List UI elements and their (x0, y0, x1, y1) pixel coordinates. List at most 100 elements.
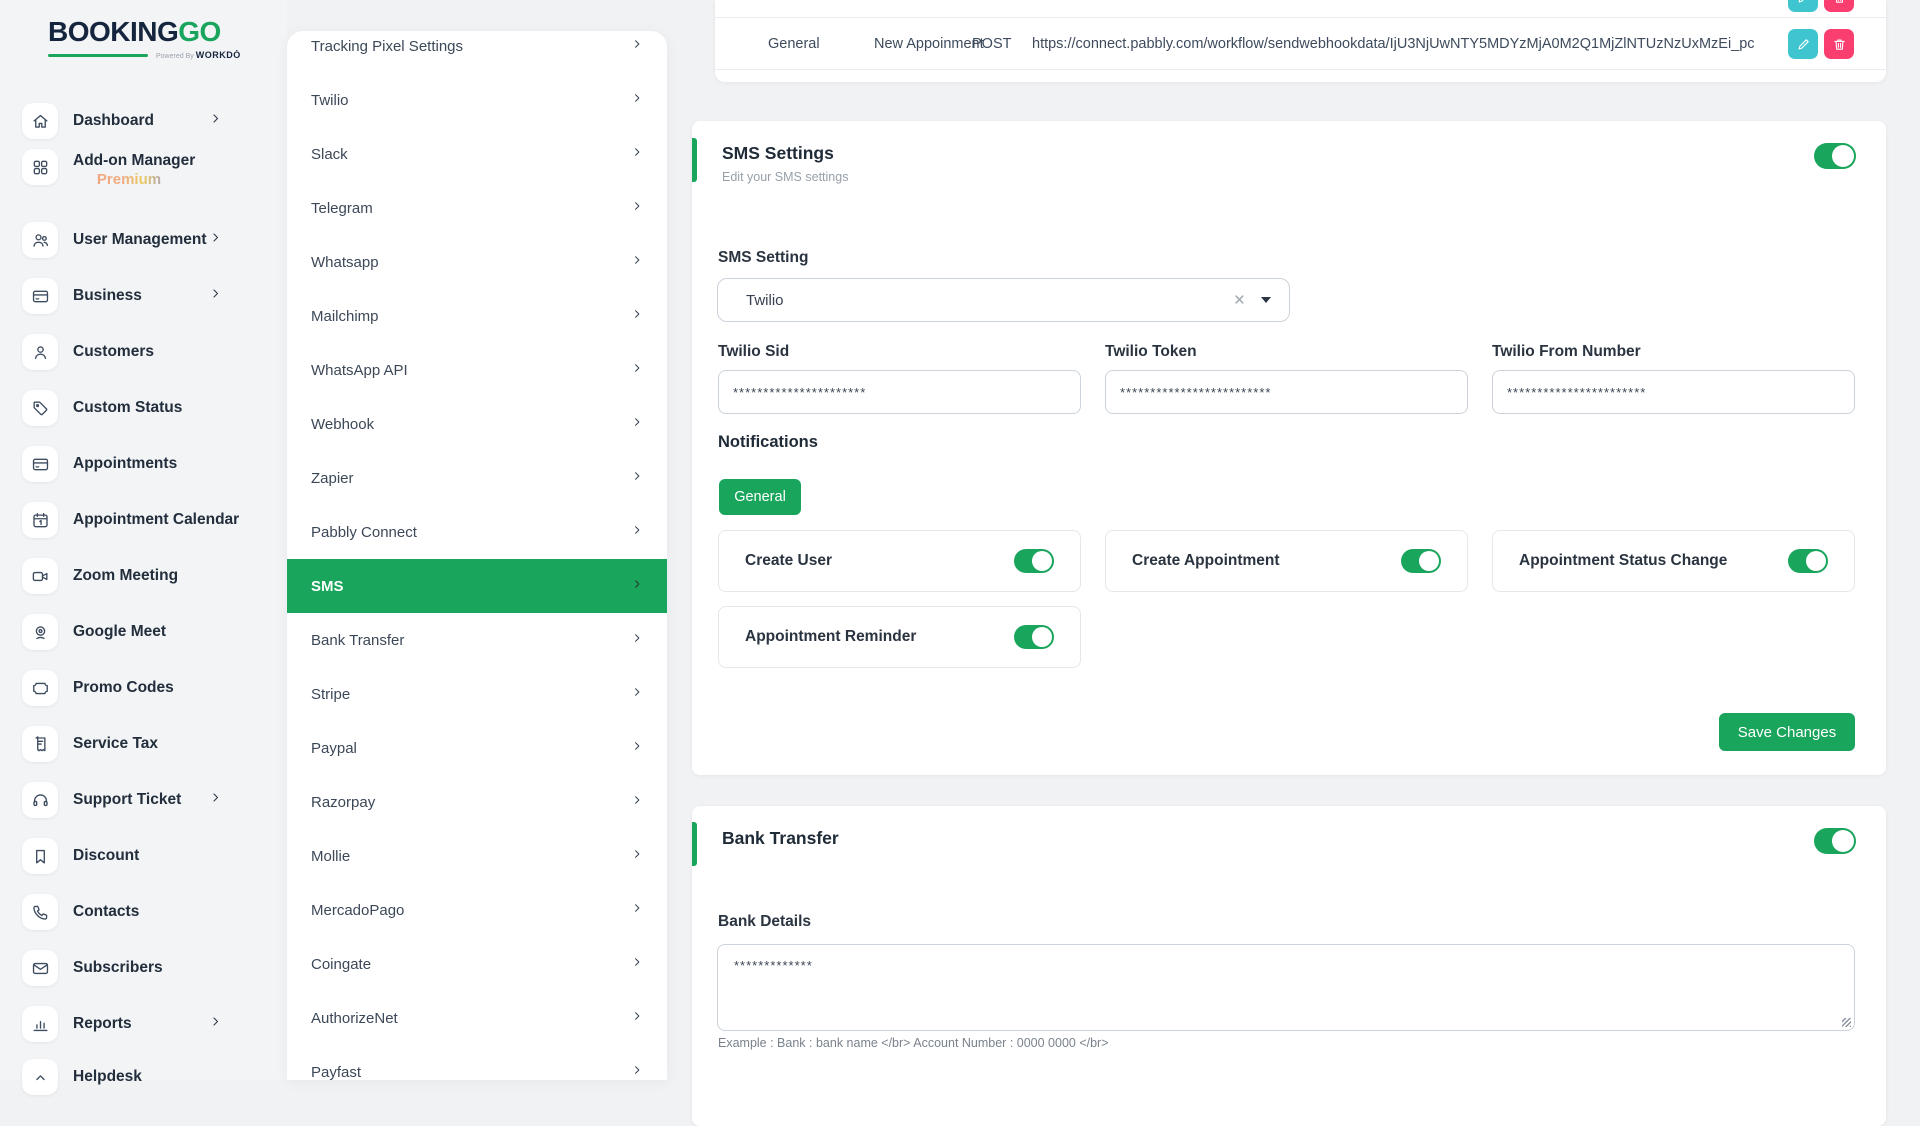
settings-nav-item-coingate[interactable]: Coingate (287, 937, 667, 991)
calendar-icon (22, 502, 58, 538)
settings-nav-label: Whatsapp (311, 254, 631, 271)
page: BOOKINGGO Powered By WORKDȮ DashboardAd… (0, 0, 1920, 1080)
sidebar-item-user-management[interactable]: User Management (0, 212, 232, 268)
sms-settings-card: SMS Settings Edit your SMS settings SMS … (692, 121, 1886, 775)
twilio-sid-input[interactable] (718, 370, 1081, 414)
sidebar-item-support-ticket[interactable]: Support Ticket (0, 772, 232, 828)
sidebar-item-label: Custom Status (73, 399, 182, 417)
bank-details-textarea[interactable] (717, 944, 1855, 1031)
settings-nav-item-bank-transfer[interactable]: Bank Transfer (287, 613, 667, 667)
settings-nav-item-pabbly-connect[interactable]: Pabbly Connect (287, 505, 667, 559)
settings-nav-item-mollie[interactable]: Mollie (287, 829, 667, 883)
sidebar-item-add-on-manager[interactable]: Add-on ManagerPremium (0, 139, 232, 195)
sms-setting-select[interactable]: Twilio × (717, 278, 1290, 322)
bank-transfer-toggle[interactable] (1814, 828, 1856, 854)
video-icon (22, 558, 58, 594)
appointment-status-change-toggle[interactable] (1788, 549, 1828, 573)
settings-nav-label: Slack (311, 146, 631, 163)
settings-nav-item-paypal[interactable]: Paypal (287, 721, 667, 775)
settings-nav-item-telegram[interactable]: Telegram (287, 181, 667, 235)
sidebar-item-label: Business (73, 287, 142, 305)
sidebar-item-label: Support Ticket (73, 791, 181, 809)
sms-settings-subtitle: Edit your SMS settings (722, 170, 848, 184)
sidebar-item-label: Subscribers (73, 959, 163, 977)
twilio-from-number-input[interactable] (1492, 370, 1855, 414)
settings-nav-item-twilio[interactable]: Twilio (287, 73, 667, 127)
sidebar-item-service-tax[interactable]: Service Tax (0, 716, 232, 772)
sidebar-item-label: Reports (73, 1015, 132, 1033)
sidebar-item-business[interactable]: Business (0, 268, 232, 324)
settings-nav-item-slack[interactable]: Slack (287, 127, 667, 181)
sidebar-item-label: Discount (73, 847, 139, 865)
clear-icon[interactable]: × (1234, 291, 1245, 310)
settings-nav-label: Bank Transfer (311, 632, 631, 649)
settings-nav-item-stripe[interactable]: Stripe (287, 667, 667, 721)
sidebar-item-google-meet[interactable]: Google Meet (0, 604, 232, 660)
mail-icon (22, 950, 58, 986)
chart-icon (22, 1006, 58, 1042)
sidebar-item-promo-codes[interactable]: Promo Codes (0, 660, 232, 716)
settings-nav-item-whatsapp[interactable]: Whatsapp (287, 235, 667, 289)
settings-nav-item-webhook[interactable]: Webhook (287, 397, 667, 451)
sidebar-item-label: Promo Codes (73, 679, 174, 697)
settings-nav-label: Coingate (311, 956, 631, 973)
settings-nav-item-whatsapp-api[interactable]: WhatsApp API (287, 343, 667, 397)
sidebar-item-customers[interactable]: Customers (0, 324, 232, 380)
sidebar-item-reports[interactable]: Reports (0, 996, 232, 1052)
user-icon (22, 334, 58, 370)
create-user-toggle[interactable] (1014, 549, 1054, 573)
twilio-token-input[interactable] (1105, 370, 1468, 414)
sidebar-item-custom-status[interactable]: Custom Status (0, 380, 232, 436)
cell-action: New Appoinment (874, 36, 984, 52)
settings-nav-item-sms[interactable]: SMS (287, 559, 667, 613)
delete-button[interactable] (1824, 29, 1854, 59)
chevron-right-icon (631, 37, 643, 55)
edit-button[interactable] (1788, 0, 1818, 12)
settings-nav-item-tracking-pixel-settings[interactable]: Tracking Pixel Settings (287, 31, 667, 73)
settings-nav-item-zapier[interactable]: Zapier (287, 451, 667, 505)
edit-button[interactable] (1788, 29, 1818, 59)
sidebar-item-subscribers[interactable]: Subscribers (0, 940, 232, 996)
create-appointment-toggle[interactable] (1401, 549, 1441, 573)
chevron-right-icon (631, 577, 643, 595)
general-tab[interactable]: General (719, 479, 801, 515)
appointment-reminder-toggle[interactable] (1014, 625, 1054, 649)
card-icon (22, 446, 58, 482)
sms-settings-title: SMS Settings (722, 143, 834, 164)
toggle-label: Appointment Status Change (1519, 552, 1727, 570)
chevron-right-icon (631, 847, 643, 865)
sidebar-item-helpdesk[interactable]: Helpdesk (0, 1049, 232, 1105)
receipt-icon (22, 726, 58, 762)
sidebar-item-label: Appointment Calendar (73, 511, 239, 529)
chevron-right-icon (631, 955, 643, 973)
sidebar-item-appointments[interactable]: Appointments (0, 436, 232, 492)
chevron-right-icon (631, 631, 643, 649)
app-logo[interactable]: BOOKINGGO Powered By WORKDȮ (48, 18, 248, 60)
chevron-right-icon (631, 415, 643, 433)
sidebar-item-appointment-calendar[interactable]: Appointment Calendar (0, 492, 232, 548)
settings-nav-label: Zapier (311, 470, 631, 487)
settings-nav-item-authorizenet[interactable]: AuthorizeNet (287, 991, 667, 1045)
chevron-up-icon (22, 1059, 58, 1095)
webcam-icon (22, 614, 58, 650)
chevron-right-icon (631, 199, 643, 217)
sidebar-item-label: Appointments (73, 455, 177, 473)
sidebar-item-contacts[interactable]: Contacts (0, 884, 232, 940)
toggle-card-appointment-status-change: Appointment Status Change (1492, 530, 1855, 592)
sidebar-item-discount[interactable]: Discount (0, 828, 232, 884)
brand-primary: BOOKING (48, 16, 178, 47)
settings-nav-item-mailchimp[interactable]: Mailchimp (287, 289, 667, 343)
settings-nav-item-payfast[interactable]: Payfast (287, 1045, 667, 1080)
table-row: General New Appoinment POST https://conn… (715, 17, 1886, 70)
chevron-right-icon (631, 739, 643, 757)
brand-underline (48, 54, 148, 57)
toggle-card-appointment-reminder: Appointment Reminder (718, 606, 1081, 668)
credit-card-icon (22, 278, 58, 314)
save-changes-button[interactable]: Save Changes (1719, 713, 1855, 751)
sidebar-item-zoom-meeting[interactable]: Zoom Meeting (0, 548, 232, 604)
settings-nav-item-mercadopago[interactable]: MercadoPago (287, 883, 667, 937)
delete-button[interactable] (1824, 0, 1854, 12)
resize-grip-icon[interactable] (1842, 1018, 1851, 1027)
sms-settings-toggle[interactable] (1814, 143, 1856, 169)
settings-nav-item-razorpay[interactable]: Razorpay (287, 775, 667, 829)
